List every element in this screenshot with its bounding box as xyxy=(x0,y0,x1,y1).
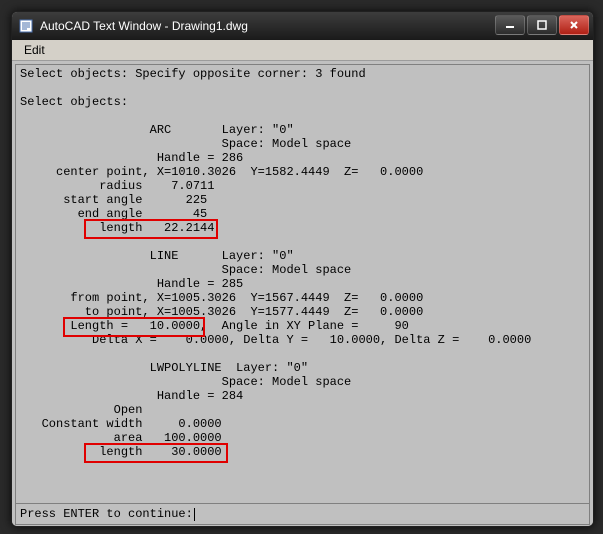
text-line: radius 7.0711 xyxy=(20,179,214,193)
text-line: Handle = 285 xyxy=(20,277,243,291)
text-line: Select objects: xyxy=(20,95,128,109)
titlebar[interactable]: AutoCAD Text Window - Drawing1.dwg xyxy=(12,12,593,40)
text-line: Handle = 286 xyxy=(20,151,243,165)
text-line: center point, X=1010.3026 Y=1582.4449 Z=… xyxy=(20,165,423,179)
text-line: to point, X=1005.3026 Y=1577.4449 Z= 0.0… xyxy=(20,305,423,319)
menu-edit[interactable]: Edit xyxy=(18,41,51,59)
text-line: LWPOLYLINE Layer: "0" xyxy=(20,361,308,375)
close-icon xyxy=(569,20,579,30)
close-button[interactable] xyxy=(559,15,589,35)
window-controls xyxy=(495,15,589,35)
text-line: LINE Layer: "0" xyxy=(20,249,294,263)
text-line: from point, X=1005.3026 Y=1567.4449 Z= 0… xyxy=(20,291,423,305)
text-line: Delta X = 0.0000, Delta Y = 10.0000, Del… xyxy=(20,333,531,347)
text-line: Select objects: Specify opposite corner:… xyxy=(20,67,366,81)
menubar: Edit xyxy=(12,40,593,61)
window-title: AutoCAD Text Window - Drawing1.dwg xyxy=(40,19,495,33)
command-prompt-row[interactable]: Press ENTER to continue: xyxy=(15,504,590,525)
text-line: Constant width 0.0000 xyxy=(20,417,222,431)
text-line: area 100.0000 xyxy=(20,431,222,445)
maximize-icon xyxy=(537,20,547,30)
prompt-label: Press ENTER to continue: xyxy=(20,507,193,521)
text-line: ARC Layer: "0" xyxy=(20,123,294,137)
text-line: Space: Model space xyxy=(20,263,351,277)
text-line: length 30.0000 xyxy=(20,445,222,459)
text-line: start angle 225 xyxy=(20,193,207,207)
content-area: Select objects: Specify opposite corner:… xyxy=(12,61,593,527)
minimize-button[interactable] xyxy=(495,15,525,35)
text-line: Space: Model space xyxy=(20,137,351,151)
autocad-text-window: AutoCAD Text Window - Drawing1.dwg Edit xyxy=(11,11,594,527)
text-line: Space: Model space xyxy=(20,375,351,389)
app-icon xyxy=(18,18,34,34)
text-line: end angle 45 xyxy=(20,207,207,221)
maximize-button[interactable] xyxy=(527,15,557,35)
command-history[interactable]: Select objects: Specify opposite corner:… xyxy=(15,64,590,504)
text-line: Length = 10.0000, Angle in XY Plane = 90 xyxy=(20,319,409,333)
text-line: Handle = 284 xyxy=(20,389,243,403)
command-input[interactable] xyxy=(195,506,589,522)
minimize-icon xyxy=(505,20,515,30)
text-line: length 22.2144 xyxy=(20,221,214,235)
text-line: Open xyxy=(20,403,142,417)
